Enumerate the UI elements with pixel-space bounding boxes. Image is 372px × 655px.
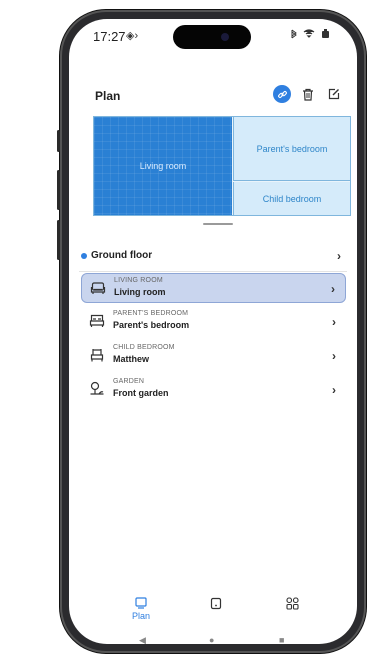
nfc-icon: ◈›	[126, 30, 139, 42]
chevron-right-icon: ›	[332, 349, 336, 363]
sofa-icon	[90, 282, 106, 294]
edit-button[interactable]	[325, 85, 343, 103]
list-item-name: Matthew	[113, 354, 149, 364]
status-time: 17:27	[93, 29, 126, 44]
device-icon	[210, 597, 222, 610]
nav-device[interactable]	[196, 597, 236, 631]
floor-selector[interactable]: Ground floor ›	[69, 244, 357, 268]
system-icons	[289, 29, 335, 42]
list-item-name: Parent's bedroom	[113, 320, 190, 330]
grid-icon	[285, 597, 299, 610]
recents-icon[interactable]: ■	[279, 635, 284, 644]
floor-label: Ground floor	[91, 250, 153, 261]
divider	[79, 271, 347, 272]
page-title: Plan	[95, 89, 121, 103]
dynamic-island	[173, 25, 251, 49]
floor-plan: Living room Parent's bedroom Child bedro…	[93, 116, 351, 216]
list-item-garden[interactable]: GARDEN Front garden ›	[81, 375, 346, 405]
stage: 17:27 ◈› Plan Living room Parent's bedro…	[0, 0, 372, 655]
plan-room-parent[interactable]: Parent's bedroom	[233, 117, 350, 181]
delete-button[interactable]	[299, 85, 317, 103]
phone-frame: 17:27 ◈› Plan Living room Parent's bedro…	[57, 10, 366, 653]
list-item-parents-bedroom[interactable]: PARENT'S BEDROOM Parent's bedroom ›	[81, 307, 346, 337]
plan-room-child-label: Child bedroom	[262, 193, 322, 204]
list-item-category: CHILD BEDROOM	[113, 344, 175, 351]
bluetooth-wifi-battery-icon	[291, 29, 329, 39]
child-bed-icon	[90, 349, 104, 362]
plan-room-parent-label: Parent's bedroom	[256, 143, 328, 154]
list-item-category: LIVING ROOM	[114, 277, 163, 284]
bottom-nav: Plan	[69, 597, 357, 633]
nav-plan-label: Plan	[131, 611, 150, 621]
mute-switch	[57, 130, 60, 152]
nav-plan[interactable]: Plan	[121, 597, 161, 631]
status-bar: 17:27 ◈›	[69, 19, 357, 55]
list-item-name: Front garden	[113, 388, 169, 398]
home-icon[interactable]: ●	[209, 635, 214, 644]
camera-icon	[221, 33, 229, 41]
chevron-right-icon: ›	[331, 282, 335, 296]
bed-icon	[89, 314, 105, 327]
chevron-right-icon: ›	[332, 383, 336, 397]
nav-more[interactable]	[272, 597, 312, 631]
edit-icon	[328, 88, 340, 100]
header-actions	[273, 85, 343, 103]
plan-icon	[135, 597, 147, 609]
app-header: Plan	[69, 85, 357, 111]
back-icon[interactable]: ◀	[139, 635, 146, 644]
plan-room-child[interactable]: Child bedroom	[233, 182, 350, 215]
list-item-category: GARDEN	[113, 378, 145, 385]
garden-icon	[90, 381, 104, 395]
drag-handle[interactable]	[203, 223, 233, 225]
link-icon	[277, 90, 287, 98]
link-button[interactable]	[273, 85, 291, 103]
plan-room-living-label: Living room	[139, 161, 187, 171]
volume-up-button	[57, 170, 60, 210]
volume-down-button	[57, 220, 60, 260]
chevron-right-icon: ›	[337, 249, 341, 263]
system-nav: ◀ ● ■	[69, 635, 357, 644]
screen: 17:27 ◈› Plan Living room Parent's bedro…	[69, 19, 357, 644]
list-item-category: PARENT'S BEDROOM	[113, 310, 189, 317]
list-item-name: Living room	[114, 287, 166, 297]
floor-indicator-dot	[81, 253, 87, 259]
list-item-living-room[interactable]: LIVING ROOM Living room ›	[81, 273, 346, 303]
list-item-child-bedroom[interactable]: CHILD BEDROOM Matthew ›	[81, 341, 346, 371]
chevron-right-icon: ›	[332, 315, 336, 329]
trash-icon	[303, 88, 313, 101]
plan-room-living[interactable]: Living room	[94, 117, 232, 215]
